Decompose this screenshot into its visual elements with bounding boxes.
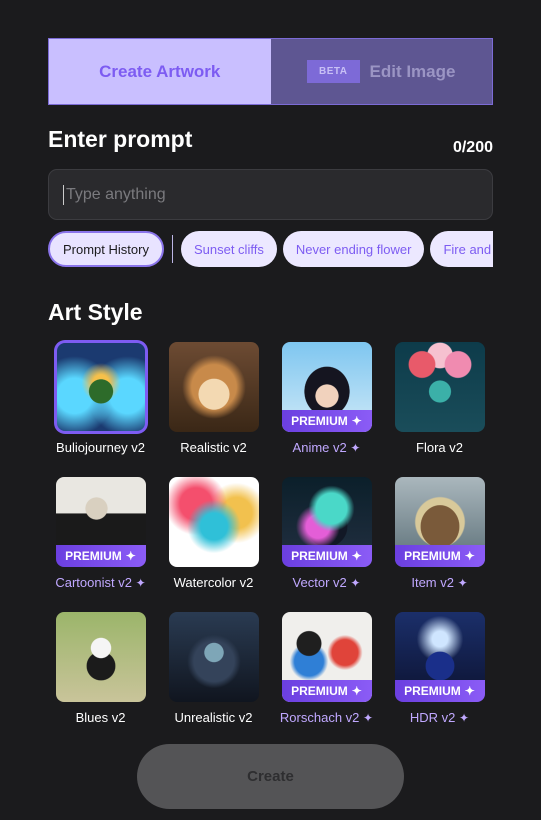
mode-tabs: Create Artwork BETA Edit Image — [48, 38, 493, 105]
premium-badge: PREMIUM ✦ — [281, 545, 372, 567]
sparkle-icon: ✦ — [464, 684, 475, 698]
prompt-heading: Enter prompt — [48, 126, 193, 152]
prompt-input[interactable] — [63, 184, 492, 205]
tab-edit-image[interactable]: BETA Edit Image — [270, 39, 492, 104]
style-label-text: Vector v2 — [292, 575, 347, 590]
sparkle-icon: ✦ — [135, 576, 146, 590]
beta-badge: BETA — [307, 60, 360, 83]
style-card-rorschach[interactable]: PREMIUM ✦ Rorschach v2 ✦ — [270, 612, 383, 725]
style-thumbnail: PREMIUM ✦ — [281, 612, 372, 702]
style-card-cartoonist[interactable]: PREMIUM ✦ Cartoonist v2 ✦ — [44, 477, 157, 590]
style-card-item[interactable]: PREMIUM ✦ Item v2 ✦ — [383, 477, 496, 590]
premium-label: PREMIUM — [404, 684, 461, 698]
premium-label: PREMIUM — [65, 549, 122, 563]
sparkle-icon: ✦ — [457, 576, 468, 590]
style-label: Flora v2 — [416, 440, 463, 455]
style-label: Blues v2 — [75, 710, 126, 725]
style-label: Rorschach v2 ✦ — [280, 710, 373, 725]
premium-label: PREMIUM — [291, 414, 348, 428]
style-thumbnail — [55, 612, 146, 702]
style-card-buliojourney[interactable]: Buliojourney v2 — [44, 342, 157, 455]
sparkle-icon: ✦ — [350, 441, 361, 455]
premium-badge: PREMIUM ✦ — [281, 680, 372, 702]
style-card-vector[interactable]: PREMIUM ✦ Vector v2 ✦ — [270, 477, 383, 590]
style-card-blues[interactable]: Blues v2 — [44, 612, 157, 725]
style-thumbnail: PREMIUM ✦ — [281, 342, 372, 432]
style-thumbnail — [168, 477, 259, 567]
prompt-history-button[interactable]: Prompt History — [48, 231, 164, 267]
sparkle-icon: ✦ — [459, 711, 470, 725]
sparkle-icon: ✦ — [125, 549, 136, 563]
suggestion-chip[interactable]: Never ending flower — [282, 231, 425, 267]
style-label: Watercolor v2 — [173, 575, 254, 590]
sparkle-icon: ✦ — [351, 549, 362, 563]
style-card-hdr[interactable]: PREMIUM ✦ HDR v2 ✦ — [383, 612, 496, 725]
style-thumbnail — [56, 343, 145, 431]
premium-label: PREMIUM — [291, 549, 348, 563]
style-label-text: Cartoonist v2 — [55, 575, 132, 590]
suggestion-chip[interactable]: Sunset cliffs — [180, 231, 277, 267]
premium-label: PREMIUM — [404, 549, 461, 563]
premium-label: PREMIUM — [291, 684, 348, 698]
style-label-text: Rorschach v2 — [279, 710, 360, 725]
create-button[interactable]: Create — [137, 744, 404, 809]
style-card-flora[interactable]: Flora v2 — [383, 342, 496, 455]
premium-badge: PREMIUM ✦ — [394, 545, 485, 567]
style-card-realistic[interactable]: Realistic v2 — [157, 342, 270, 455]
style-card-anime[interactable]: PREMIUM ✦ Anime v2 ✦ — [270, 342, 383, 455]
sparkle-icon: ✦ — [363, 711, 374, 725]
sparkle-icon: ✦ — [464, 549, 475, 563]
style-thumbnail — [394, 342, 485, 432]
sparkle-icon: ✦ — [351, 414, 362, 428]
style-label-text: HDR v2 — [409, 710, 456, 725]
premium-badge: PREMIUM ✦ — [281, 410, 372, 432]
tab-create-artwork[interactable]: Create Artwork — [49, 39, 271, 104]
prompt-chips: Prompt History Sunset cliffs Never endin… — [48, 230, 493, 268]
style-thumbnail: PREMIUM ✦ — [394, 612, 485, 702]
style-label: Item v2 ✦ — [411, 575, 467, 590]
premium-badge: PREMIUM ✦ — [55, 545, 146, 567]
tab-edit-image-label: Edit Image — [369, 61, 456, 81]
style-label-text: Item v2 — [411, 575, 454, 590]
style-label: HDR v2 ✦ — [410, 710, 469, 725]
style-label: Buliojourney v2 — [56, 440, 145, 455]
style-thumbnail — [168, 612, 259, 702]
style-label: Realistic v2 — [180, 440, 247, 455]
suggestion-chip[interactable]: Fire and w — [430, 231, 493, 267]
prompt-field — [48, 169, 493, 220]
premium-badge: PREMIUM ✦ — [394, 680, 485, 702]
style-thumbnail: PREMIUM ✦ — [394, 477, 485, 567]
art-style-heading: Art Style — [48, 299, 143, 325]
style-label-text: Anime v2 — [292, 440, 347, 455]
style-card-unrealistic[interactable]: Unrealistic v2 — [157, 612, 270, 725]
style-card-watercolor[interactable]: Watercolor v2 — [157, 477, 270, 590]
style-label: Anime v2 ✦ — [293, 440, 361, 455]
style-label: Unrealistic v2 — [174, 710, 253, 725]
style-label: Vector v2 ✦ — [293, 575, 361, 590]
style-label: Cartoonist v2 ✦ — [55, 575, 145, 590]
style-thumbnail — [168, 342, 259, 432]
tab-create-artwork-label: Create Artwork — [99, 61, 221, 81]
art-style-grid: Buliojourney v2 Realistic v2 PREMIUM ✦ An… — [44, 342, 504, 725]
style-thumbnail: PREMIUM ✦ — [281, 477, 372, 567]
chip-divider — [171, 235, 173, 263]
sparkle-icon: ✦ — [350, 576, 361, 590]
prompt-char-counter: 0/200 — [452, 139, 493, 156]
style-thumbnail: PREMIUM ✦ — [55, 477, 146, 567]
sparkle-icon: ✦ — [351, 684, 362, 698]
